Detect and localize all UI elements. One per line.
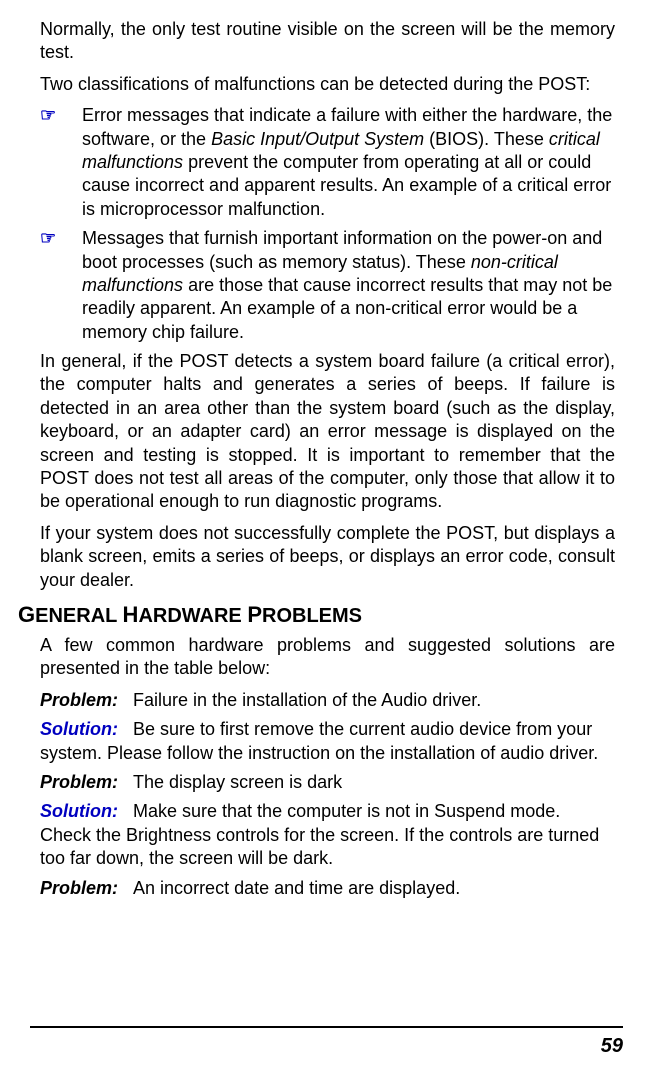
problem-row: Problem: The display screen is dark: [40, 771, 615, 794]
gh-intro: A few common hardware problems and sugge…: [40, 634, 615, 681]
problem-label: Problem:: [40, 878, 118, 898]
solution-text: Be sure to first remove the current audi…: [40, 719, 598, 762]
pointing-hand-icon: ☞: [40, 227, 82, 344]
problem-label: Problem:: [40, 772, 118, 792]
bullet-item: ☞ Error messages that indicate a failure…: [40, 104, 615, 221]
solution-label: Solution:: [40, 801, 118, 821]
page-number: 59: [601, 1035, 623, 1058]
problem-text: The display screen is dark: [133, 772, 342, 792]
intro-paragraph-2: Two classifications of malfunctions can …: [40, 73, 615, 96]
solution-row: Solution: Make sure that the computer is…: [40, 800, 615, 870]
solution-row: Solution: Be sure to first remove the cu…: [40, 718, 615, 765]
solution-label: Solution:: [40, 719, 118, 739]
problem-text: An incorrect date and time are displayed…: [133, 878, 460, 898]
pointing-hand-icon: ☞: [40, 104, 82, 221]
footer-divider: [30, 1026, 623, 1028]
bullet-text-part: (BIOS). These: [424, 129, 549, 149]
after-paragraph-2: If your system does not successfully com…: [40, 522, 615, 592]
solution-text: Make sure that the computer is not in Su…: [40, 801, 599, 868]
bullet-item: ☞ Messages that furnish important inform…: [40, 227, 615, 344]
problem-text: Failure in the installation of the Audio…: [133, 690, 481, 710]
problem-row: Problem: Failure in the installation of …: [40, 689, 615, 712]
after-paragraph-1: In general, if the POST detects a system…: [40, 350, 615, 514]
section-heading: GENERAL HARDWARE PROBLEMS: [18, 602, 623, 628]
problem-label: Problem:: [40, 690, 118, 710]
bullet-text: Messages that furnish important informat…: [82, 227, 615, 344]
bullet-text: Error messages that indicate a failure w…: [82, 104, 615, 221]
problem-row: Problem: An incorrect date and time are …: [40, 877, 615, 900]
bullet-italic: Basic Input/Output System: [211, 129, 424, 149]
intro-paragraph-1: Normally, the only test routine visible …: [40, 18, 615, 65]
